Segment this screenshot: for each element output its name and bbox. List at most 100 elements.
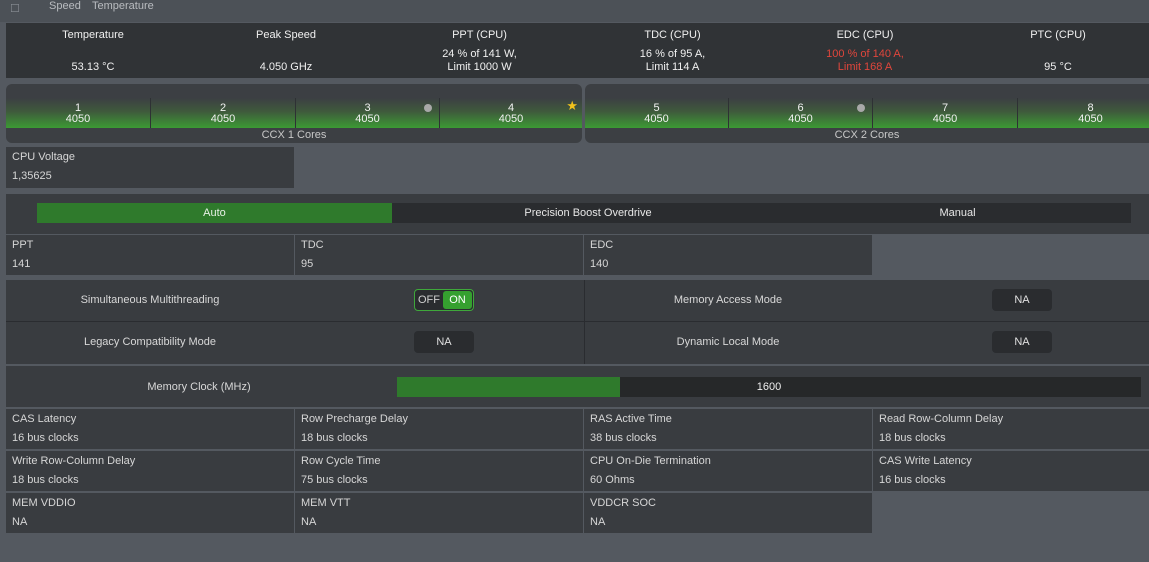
core-4[interactable]: 4 4050 ★: [440, 98, 582, 128]
toggle-on-label: ON: [443, 291, 472, 309]
timing-value: 18 bus clocks: [301, 432, 368, 444]
ppt-limit-cell[interactable]: PPT 141: [6, 235, 294, 275]
row-cycle-time-cell: Row Cycle Time 75 bus clocks: [295, 451, 583, 491]
core-frequency: 4050: [210, 113, 236, 125]
stat-value-line1: 24 % of 141 W,: [442, 48, 517, 60]
stat-label: EDC (CPU): [836, 29, 894, 41]
memory-access-mode-label: Memory Access Mode: [673, 294, 783, 306]
smt-label: Simultaneous Multithreading: [80, 294, 220, 306]
stat-temperature: Temperature 53.13 °C: [6, 23, 180, 78]
timing-label: Write Row-Column Delay: [12, 455, 136, 467]
cpu-voltage-cell: CPU Voltage 1,35625: [6, 147, 294, 188]
stat-label: PTC (CPU): [1030, 29, 1086, 41]
core-5[interactable]: 5 4050: [585, 98, 729, 128]
secondary-core-dot-icon: [857, 104, 865, 112]
legacy-compatibility-mode-label: Legacy Compatibility Mode: [83, 336, 217, 348]
cas-write-latency-cell: CAS Write Latency 16 bus clocks: [873, 451, 1149, 491]
smt-toggle[interactable]: OFF ON: [414, 289, 474, 311]
core-1[interactable]: 1 4050: [6, 98, 151, 128]
memory-access-mode-button[interactable]: NA: [992, 289, 1052, 311]
stat-label: Temperature: [62, 29, 124, 41]
stat-peak-speed: Peak Speed 4.050 GHz: [193, 23, 379, 78]
core-7[interactable]: 7 4050: [873, 98, 1018, 128]
core-frequency: 4050: [1078, 113, 1103, 125]
edc-limit-cell[interactable]: EDC 140: [584, 235, 872, 275]
timing-value: 18 bus clocks: [12, 474, 79, 486]
timing-label: Row Cycle Time: [301, 455, 381, 467]
timing-label: Row Precharge Delay: [301, 413, 408, 425]
ppt-value: 141: [12, 258, 31, 270]
timing-label: VDDCR SOC: [590, 497, 657, 509]
divider: [6, 321, 1149, 322]
stats-panel: Temperature 53.13 °C Peak Speed 4.050 GH…: [6, 23, 1149, 78]
write-row-column-delay-cell: Write Row-Column Delay 18 bus clocks: [6, 451, 294, 491]
stat-tdc: TDC (CPU) 16 % of 95 A, Limit 114 A: [578, 23, 767, 78]
cpu-on-die-termination-cell: CPU On-Die Termination 60 Ohms: [584, 451, 872, 491]
ppt-label: PPT: [12, 239, 34, 251]
tab-speed[interactable]: Speed: [49, 0, 81, 12]
timing-value: 18 bus clocks: [879, 432, 946, 444]
stat-label: TDC (CPU): [644, 29, 701, 41]
stat-value-line1: 100 % of 140 A,: [826, 48, 904, 60]
memory-clock-value: 1600: [756, 381, 782, 393]
core-8[interactable]: 8 4050: [1018, 98, 1149, 128]
toggle-off-label: OFF: [418, 294, 440, 306]
stat-value-line2: Limit 168 A: [837, 61, 893, 73]
cpu-voltage-value: 1,35625: [12, 170, 52, 182]
stat-value-line2: Limit 114 A: [645, 61, 700, 73]
dynamic-local-mode-label: Dynamic Local Mode: [676, 336, 780, 348]
tab-temperature[interactable]: Temperature: [92, 0, 154, 12]
timing-value: NA: [590, 516, 606, 528]
vddcr-soc-cell: VDDCR SOC NA: [584, 493, 872, 533]
core-frequency: 4050: [355, 113, 380, 125]
best-core-star-icon: ★: [566, 98, 578, 113]
ras-active-time-cell: RAS Active Time 38 bus clocks: [584, 409, 872, 449]
timing-label: CAS Write Latency: [879, 455, 972, 467]
core-3[interactable]: 3 4050: [296, 98, 440, 128]
ccx1-panel: 1 4050 2 4050 3 4050 4 4050 ★ CCX 1 Core…: [6, 84, 582, 143]
stat-value-line2: Limit 1000 W: [447, 61, 512, 73]
read-row-column-delay-cell: Read Row-Column Delay 18 bus clocks: [873, 409, 1149, 449]
mode-precision-boost-overdrive[interactable]: Precision Boost Overdrive: [392, 203, 784, 223]
mode-auto[interactable]: Auto: [37, 203, 392, 223]
stat-edc: EDC (CPU) 100 % of 140 A, Limit 168 A: [771, 23, 959, 78]
stat-ppt: PPT (CPU) 24 % of 141 W, Limit 1000 W: [386, 23, 573, 78]
ccx1-label: CCX 1 Cores: [261, 129, 327, 141]
timing-value: NA: [12, 516, 28, 528]
timing-value: 38 bus clocks: [590, 432, 657, 444]
secondary-core-dot-icon: [424, 104, 432, 112]
tdc-value: 95: [301, 258, 314, 270]
mem-vddio-cell: MEM VDDIO NA: [6, 493, 294, 533]
stat-value: 53.13 °C: [71, 61, 115, 73]
cas-latency-cell: CAS Latency 16 bus clocks: [6, 409, 294, 449]
row-precharge-delay-cell: Row Precharge Delay 18 bus clocks: [295, 409, 583, 449]
timing-label: RAS Active Time: [590, 413, 672, 425]
stat-value: 95 °C: [1044, 61, 1072, 73]
core-frequency: 4050: [498, 113, 524, 125]
stat-value-line1: 16 % of 95 A,: [639, 48, 706, 60]
core-2[interactable]: 2 4050: [151, 98, 296, 128]
dynamic-local-mode-button[interactable]: NA: [992, 331, 1052, 353]
stat-label: Peak Speed: [256, 29, 316, 41]
edc-value: 140: [590, 258, 609, 270]
core-frequency: 4050: [788, 113, 813, 125]
core-frequency: 4050: [65, 113, 91, 125]
mode-manual[interactable]: Manual: [784, 203, 1131, 223]
timing-value: 75 bus clocks: [301, 474, 368, 486]
window-icon[interactable]: ☐: [10, 3, 22, 15]
top-bar: ☐ Speed Temperature: [0, 0, 1149, 22]
timing-value: 60 Ohms: [590, 474, 635, 486]
ccx2-label: CCX 2 Cores: [834, 129, 900, 141]
core-frequency: 4050: [644, 113, 669, 125]
cpu-voltage-label: CPU Voltage: [12, 151, 75, 163]
timing-value: 16 bus clocks: [12, 432, 79, 444]
legacy-compatibility-mode-button[interactable]: NA: [414, 331, 474, 353]
timing-value: NA: [301, 516, 317, 528]
tdc-limit-cell[interactable]: TDC 95: [295, 235, 583, 275]
stat-value: 4.050 GHz: [259, 61, 313, 73]
timing-value: 16 bus clocks: [879, 474, 946, 486]
core-frequency: 4050: [932, 113, 958, 125]
timing-label: Read Row-Column Delay: [879, 413, 1004, 425]
timing-label: MEM VTT: [301, 497, 351, 509]
core-6[interactable]: 6 4050: [729, 98, 873, 128]
